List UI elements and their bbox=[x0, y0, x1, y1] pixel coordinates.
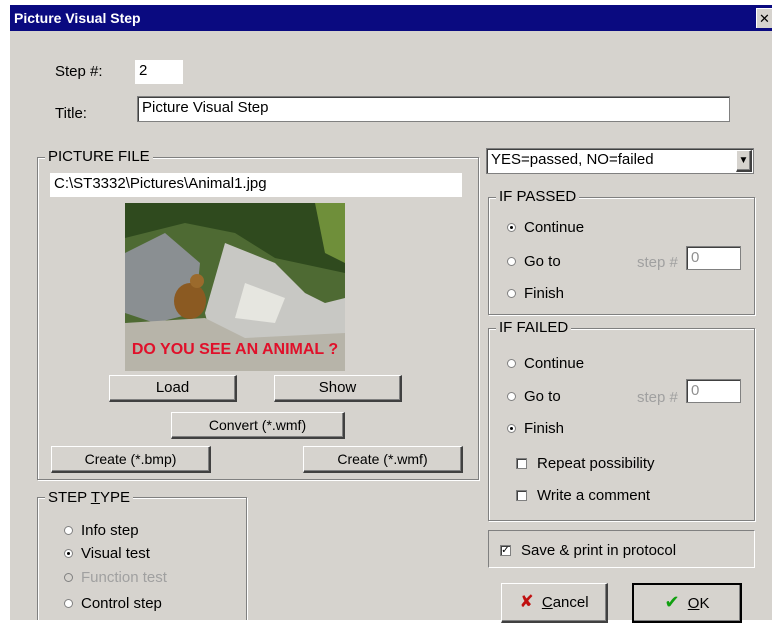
if-passed-step-label: step # bbox=[637, 254, 678, 271]
show-button-label: Show bbox=[318, 379, 357, 396]
save-print-checkbox[interactable]: ✓ Save & print in protocol bbox=[500, 542, 676, 559]
visual-test-radio-dot[interactable] bbox=[64, 549, 73, 558]
write-comment-checkbox[interactable]: Write a comment bbox=[516, 487, 650, 504]
if-failed-finish-label: Finish bbox=[524, 420, 565, 437]
write-comment-label: Write a comment bbox=[537, 487, 651, 504]
cancel-x-icon: ✘ bbox=[519, 592, 534, 611]
if-passed-continue-radio-dot[interactable] bbox=[507, 223, 516, 232]
function-test-radio-dot bbox=[64, 573, 73, 582]
visual-test-radio[interactable]: Visual test bbox=[64, 545, 150, 562]
control-step-label: Control step bbox=[81, 595, 162, 612]
save-print-label: Save & print in protocol bbox=[521, 542, 677, 559]
visual-test-label: Visual test bbox=[81, 545, 150, 562]
if-failed-finish-radio-dot[interactable] bbox=[507, 424, 516, 433]
if-failed-goto-label: Go to bbox=[524, 388, 561, 405]
if-failed-finish-radio[interactable]: Finish bbox=[507, 420, 564, 437]
if-failed-goto-radio[interactable]: Go to bbox=[507, 388, 561, 405]
info-step-radio[interactable]: Info step bbox=[64, 522, 139, 539]
if-passed-finish-label: Finish bbox=[524, 285, 565, 302]
if-passed-finish-radio[interactable]: Finish bbox=[507, 285, 564, 302]
if-passed-goto-radio[interactable]: Go to bbox=[507, 253, 561, 270]
control-step-radio-dot[interactable] bbox=[64, 599, 73, 608]
if-failed-continue-radio[interactable]: Continue bbox=[507, 355, 584, 372]
step-number-label: Step #: bbox=[55, 63, 103, 80]
answer-select-chevron-down-icon[interactable]: ▼ bbox=[736, 150, 752, 172]
load-button[interactable]: Load bbox=[109, 375, 237, 402]
title-bar: Picture Visual Step ✕ bbox=[10, 5, 772, 31]
cancel-button-label: Cancel bbox=[541, 594, 589, 611]
if-failed-goto-radio-dot[interactable] bbox=[507, 392, 516, 401]
load-button-label: Load bbox=[155, 379, 190, 396]
create-bmp-button-label: Create (*.bmp) bbox=[84, 451, 177, 467]
info-step-label: Info step bbox=[81, 522, 139, 539]
ok-check-icon: ✔ bbox=[664, 592, 680, 612]
if-passed-continue-label: Continue bbox=[524, 219, 585, 236]
answer-select[interactable]: YES=passed, NO=failed bbox=[486, 148, 754, 174]
close-icon[interactable]: ✕ bbox=[756, 8, 772, 28]
ok-button[interactable]: ✔ OK bbox=[632, 583, 742, 623]
step-number-field[interactable]: 2 bbox=[135, 60, 183, 84]
title-label: Title: bbox=[55, 105, 87, 122]
title-field[interactable]: Picture Visual Step bbox=[137, 96, 730, 122]
function-test-radio: Function test bbox=[64, 569, 167, 586]
dialog-window: Picture Visual Step ✕ Step #: 2 Title: P… bbox=[10, 5, 772, 623]
if-passed-goto-radio-dot[interactable] bbox=[507, 257, 516, 266]
control-step-radio[interactable]: Control step bbox=[64, 595, 162, 612]
repeat-possibility-check[interactable] bbox=[516, 458, 527, 469]
cancel-button[interactable]: ✘ Cancel bbox=[501, 583, 608, 623]
convert-wmf-button[interactable]: Convert (*.wmf) bbox=[171, 412, 345, 439]
if-failed-group-label: IF FAILED bbox=[496, 319, 572, 336]
picture-file-group-label: PICTURE FILE bbox=[45, 148, 153, 165]
picture-path-field[interactable]: C:\ST3332\Pictures\Animal1.jpg bbox=[50, 173, 462, 197]
step-type-group-label: STEP TYPE bbox=[45, 489, 133, 506]
if-failed-continue-radio-dot[interactable] bbox=[507, 359, 516, 368]
ok-button-label: OK bbox=[687, 595, 710, 612]
if-passed-step-field[interactable]: 0 bbox=[686, 246, 741, 270]
overlay-question: DO YOU SEE AN ANIMAL ? bbox=[131, 341, 339, 358]
if-failed-step-label: step # bbox=[637, 389, 678, 406]
if-failed-step-field[interactable]: 0 bbox=[686, 379, 741, 403]
save-print-check[interactable]: ✓ bbox=[500, 545, 511, 556]
window-title: Picture Visual Step bbox=[14, 10, 141, 26]
if-passed-continue-radio[interactable]: Continue bbox=[507, 219, 584, 236]
repeat-possibility-checkbox[interactable]: Repeat possibility bbox=[516, 455, 655, 472]
if-failed-continue-label: Continue bbox=[524, 355, 585, 372]
info-step-radio-dot[interactable] bbox=[64, 526, 73, 535]
function-test-label: Function test bbox=[81, 569, 167, 586]
create-bmp-button[interactable]: Create (*.bmp) bbox=[51, 446, 211, 473]
repeat-possibility-label: Repeat possibility bbox=[537, 455, 655, 472]
if-passed-goto-label: Go to bbox=[524, 253, 561, 270]
if-passed-finish-radio-dot[interactable] bbox=[507, 289, 516, 298]
answer-select-value: YES=passed, NO=failed bbox=[491, 151, 654, 168]
convert-wmf-button-label: Convert (*.wmf) bbox=[208, 417, 307, 433]
write-comment-check[interactable] bbox=[516, 490, 527, 501]
create-wmf-button[interactable]: Create (*.wmf) bbox=[303, 446, 463, 473]
show-button[interactable]: Show bbox=[274, 375, 402, 402]
animal-picture: DO YOU SEE AN ANIMAL ? bbox=[125, 203, 345, 371]
if-passed-group-label: IF PASSED bbox=[496, 188, 580, 205]
create-wmf-button-label: Create (*.wmf) bbox=[337, 451, 428, 467]
